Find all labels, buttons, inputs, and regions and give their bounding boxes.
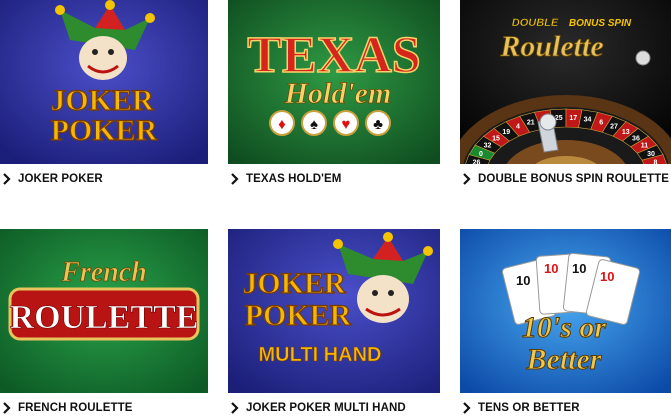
chevron-right-icon	[231, 402, 239, 414]
roulette-pocket-number: 21	[527, 119, 535, 126]
game-thumbnail-joker-poker[interactable]: JOKER POKER	[0, 0, 212, 164]
game-link-double-bonus-spin-roulette[interactable]: DOUBLE BONUS SPIN ROULETTE	[460, 170, 669, 188]
roulette-logo: Roulette	[499, 30, 603, 63]
chevron-right-icon	[3, 402, 11, 414]
club-icon: ♣	[373, 116, 383, 133]
game-title: FRENCH ROULETTE	[18, 402, 133, 414]
game-title: JOKER POKER	[18, 173, 103, 185]
card-rank: 10	[516, 273, 530, 288]
roulette-pocket-number: 34	[584, 117, 592, 124]
chevron-right-icon	[463, 173, 471, 185]
game-thumbnail-tens-or-better[interactable]: 10 10 10 10 10's or Better	[460, 229, 671, 393]
game-title: DOUBLE BONUS SPIN ROULETTE	[478, 173, 670, 185]
chevron-right-icon	[3, 173, 11, 185]
card-rank: 10	[572, 261, 586, 276]
game-title: JOKER POKER MULTI HAND	[246, 402, 406, 414]
double-bonus-banner-a: DOUBLE	[512, 17, 559, 29]
french-logo-line2: ROULETTE	[10, 299, 199, 336]
double-bonus-banner-b: BONUS SPIN	[569, 18, 632, 29]
french-logo-line1: French	[60, 257, 147, 288]
roulette-pocket-number: 19	[502, 129, 510, 136]
card-rank: 10	[600, 269, 614, 284]
joker-poker-logo-line1: JOKER	[50, 84, 154, 117]
game-title: TENS OR BETTER	[478, 402, 580, 414]
chevron-right-icon	[463, 402, 471, 414]
tens-logo-line2: Better	[526, 343, 602, 376]
roulette-pocket-number: 11	[641, 143, 649, 150]
roulette-pocket-number: 15	[492, 135, 500, 142]
roulette-pocket-number: 36	[632, 135, 640, 142]
roulette-pocket-number: 13	[622, 129, 630, 136]
game-link-texas-holdem[interactable]: TEXAS HOLD'EM	[228, 170, 341, 188]
roulette-pocket-number: 32	[484, 143, 492, 150]
heart-icon: ♥	[342, 116, 351, 133]
game-thumbnail-texas-holdem[interactable]: TEXAS Hold'em ♦ ♠ ♥ ♣	[228, 0, 440, 164]
diamond-icon: ♦	[278, 116, 286, 133]
spade-icon: ♠	[310, 116, 318, 133]
roulette-pocket-number: 27	[610, 124, 618, 131]
game-link-joker-poker-multi-hand[interactable]: JOKER POKER MULTI HAND	[228, 399, 406, 417]
chevron-right-icon	[231, 173, 239, 185]
game-link-joker-poker[interactable]: JOKER POKER	[0, 170, 103, 188]
multi-logo-line1: JOKER	[242, 267, 346, 300]
multi-logo-line3: MULTI HAND	[259, 344, 382, 366]
game-link-tens-or-better[interactable]: TENS OR BETTER	[460, 399, 580, 417]
roulette-pocket-number: 6	[599, 119, 603, 126]
game-thumbnail-double-bonus-spin-roulette[interactable]: DOUBLE BONUS SPIN Roulette 3260321519421…	[460, 0, 671, 164]
roulette-pocket-number: 8	[654, 159, 658, 164]
joker-poker-logo-line2: POKER	[51, 114, 158, 147]
roulette-pocket-number: 17	[569, 115, 577, 122]
texas-logo-line1: TEXAS	[247, 27, 420, 84]
game-thumbnail-joker-poker-multi-hand[interactable]: JOKER POKER MULTI HAND	[228, 229, 440, 393]
roulette-pocket-number: 4	[516, 124, 520, 131]
card-rank: 10	[544, 261, 558, 276]
multi-logo-line2: POKER	[245, 299, 352, 332]
roulette-pocket-number: 0	[479, 151, 483, 158]
texas-logo-line2: Hold'em	[284, 77, 392, 110]
game-title: TEXAS HOLD'EM	[246, 173, 342, 185]
game-link-french-roulette[interactable]: FRENCH ROULETTE	[0, 399, 133, 417]
game-thumbnail-french-roulette[interactable]: French ROULETTE	[0, 229, 212, 393]
roulette-ball-icon	[635, 50, 651, 66]
tens-logo-line1: 10's or	[522, 311, 607, 344]
roulette-pocket-number: 26	[473, 159, 481, 164]
